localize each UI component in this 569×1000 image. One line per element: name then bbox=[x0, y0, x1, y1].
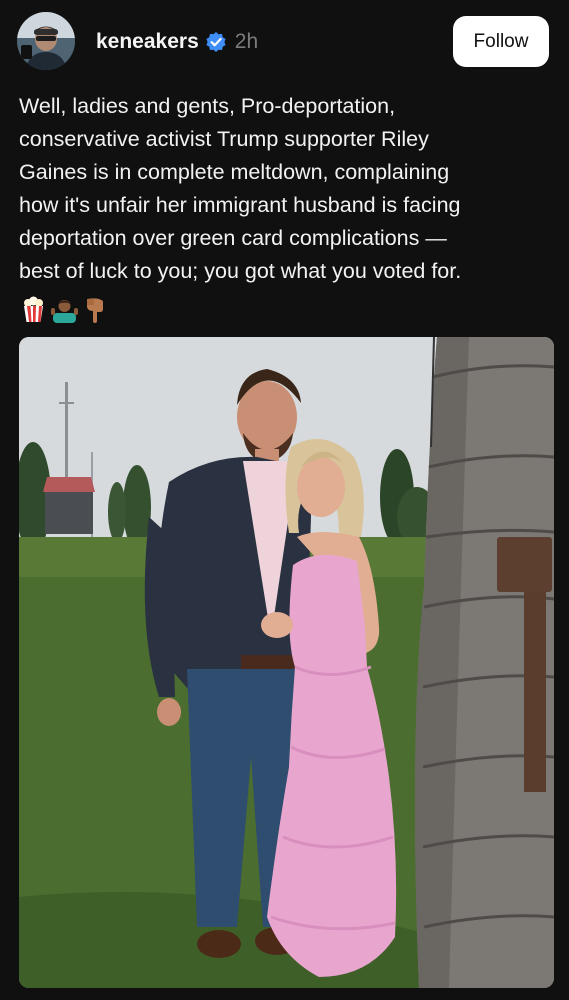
post-header: keneakers 2h Follow bbox=[0, 0, 569, 84]
post-timestamp: 2h bbox=[234, 30, 259, 53]
post-text: Well, ladies and gents, Pro-deportation,… bbox=[19, 94, 462, 283]
person-shrugging-emoji bbox=[51, 296, 78, 323]
emoji-row bbox=[20, 293, 109, 325]
popcorn-emoji bbox=[20, 296, 47, 323]
username[interactable]: keneakers bbox=[96, 30, 199, 54]
verified-badge-icon bbox=[205, 31, 227, 53]
avatar[interactable] bbox=[17, 12, 75, 70]
follow-button[interactable]: Follow bbox=[453, 16, 549, 67]
backhand-index-pointing-down-emoji bbox=[82, 296, 109, 323]
post-photo[interactable] bbox=[19, 337, 554, 988]
